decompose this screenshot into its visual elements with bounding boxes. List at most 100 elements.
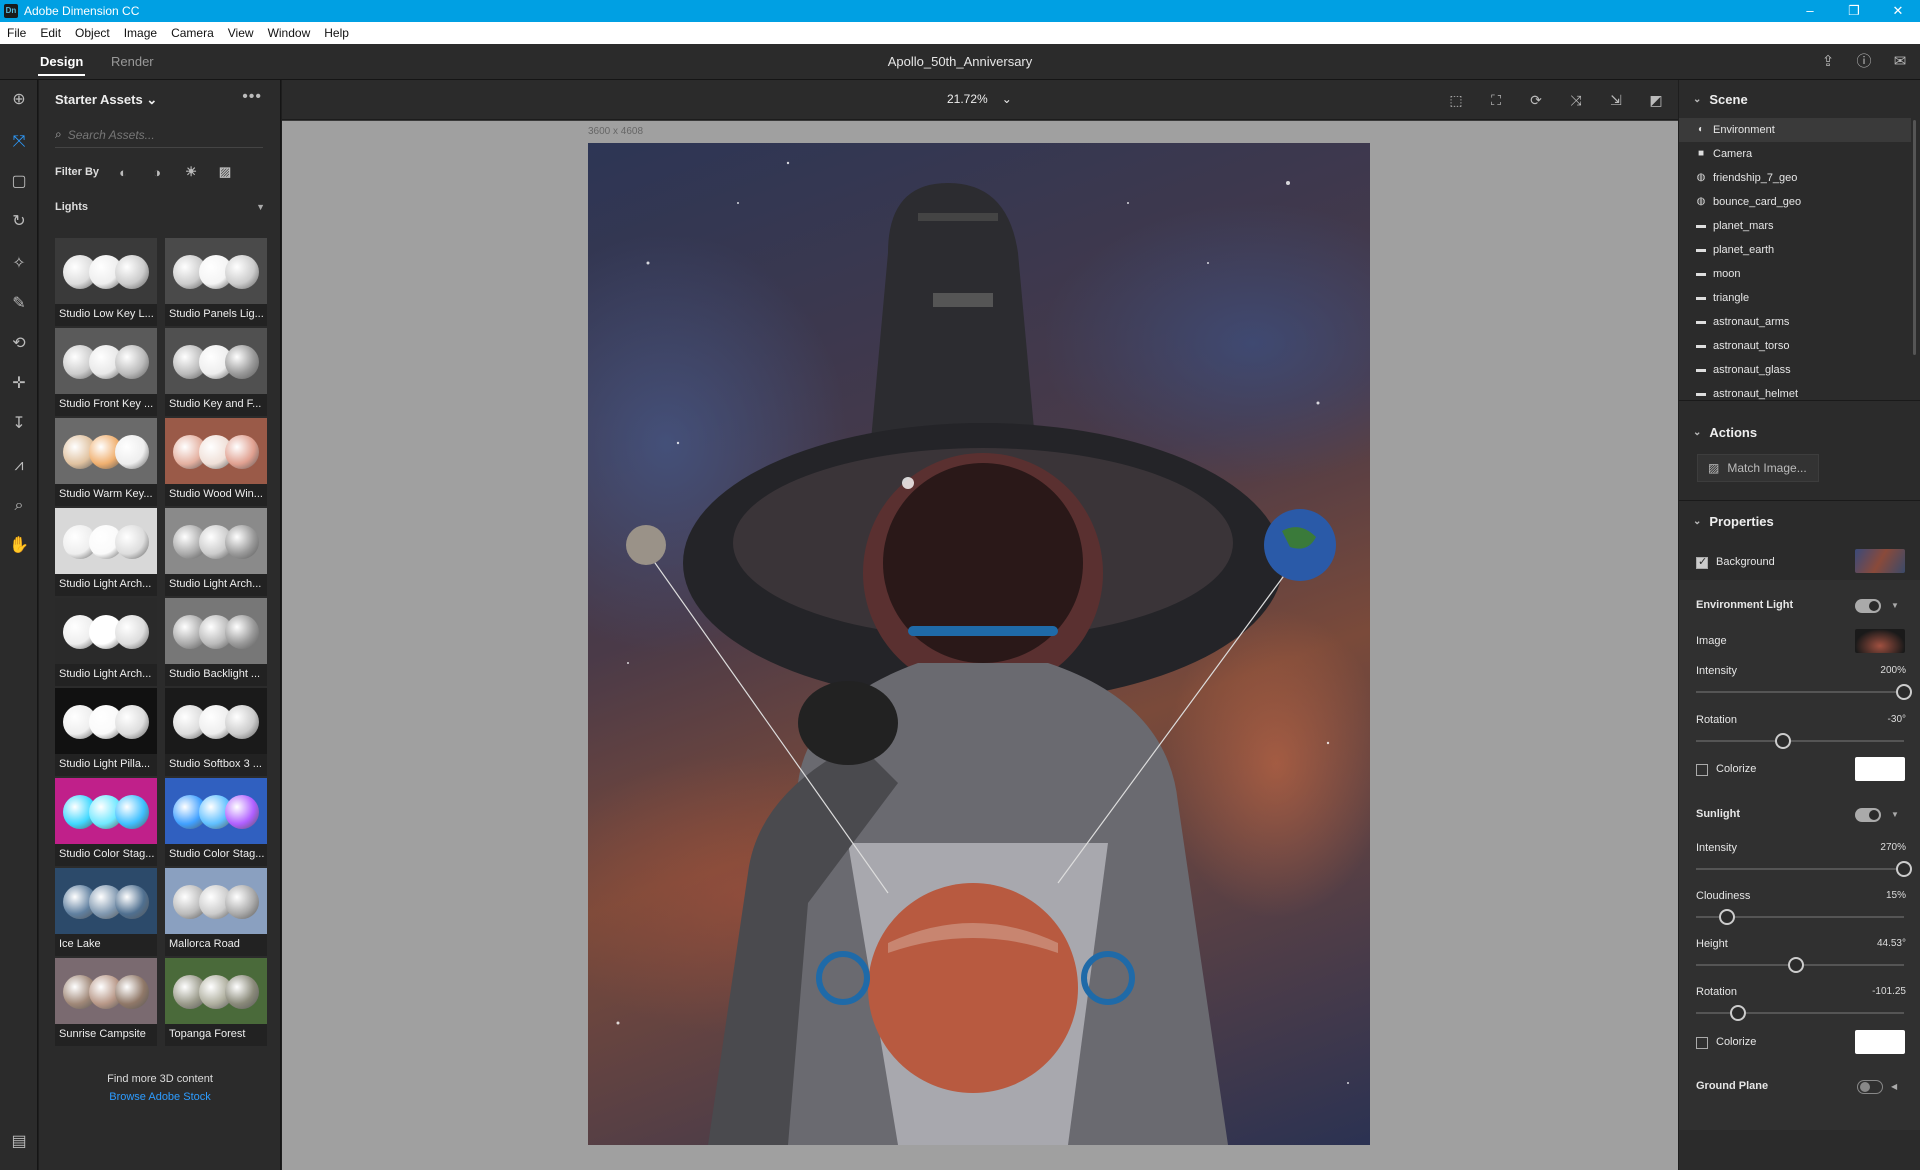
match-image-button[interactable]: ▨ Match Image... <box>1697 454 1819 482</box>
hand-icon[interactable]: ✋ <box>7 534 31 558</box>
menu-image[interactable]: Image <box>117 26 164 40</box>
sun-intensity-slider[interactable] <box>1696 861 1912 877</box>
asset-tile[interactable]: Studio Key and F... <box>165 328 267 418</box>
scene-node[interactable]: ▬ moon <box>1679 262 1911 286</box>
asset-tile[interactable]: Studio Softbox 3 ... <box>165 688 267 778</box>
actions-header[interactable]: ⌄ Actions <box>1693 425 1757 440</box>
camera-dolly-icon[interactable]: ⇲ <box>1604 88 1628 112</box>
assets-header[interactable]: Starter Assets ⌄ <box>55 92 157 108</box>
asset-tile[interactable]: Studio Backlight ... <box>165 598 267 688</box>
add-content-icon[interactable]: ⊕ <box>7 88 31 112</box>
asset-tile[interactable]: Topanga Forest <box>165 958 267 1048</box>
menu-edit[interactable]: Edit <box>33 26 68 40</box>
sunlight-toggle[interactable] <box>1855 808 1881 822</box>
env-image-swatch[interactable] <box>1855 629 1905 653</box>
feedback-icon[interactable]: ✉ <box>1888 50 1912 74</box>
menu-window[interactable]: Window <box>261 26 318 40</box>
category-dropdown[interactable]: Lights ▼ <box>55 198 265 216</box>
close-button[interactable]: ✕ <box>1876 3 1920 19</box>
eyedropper-icon[interactable]: ✎ <box>7 292 31 316</box>
scene-node[interactable]: ▬ astronaut_glass <box>1679 358 1911 382</box>
panel-toggle-icon[interactable]: ▤ <box>7 1130 31 1154</box>
render-preview-icon[interactable]: ◩ <box>1644 88 1668 112</box>
env-intensity-slider[interactable] <box>1696 684 1912 700</box>
camera-pan-icon[interactable]: ⤨ <box>1564 88 1588 112</box>
restore-button[interactable]: ❐ <box>1832 3 1876 19</box>
minimize-button[interactable]: – <box>1788 3 1832 19</box>
caret-left-icon[interactable]: ◀ <box>1891 1082 1897 1091</box>
env-colorize-checkbox[interactable] <box>1696 764 1708 776</box>
scene-node[interactable]: ▬ triangle <box>1679 286 1911 310</box>
frame-selection-icon[interactable]: ⬚ <box>1444 88 1468 112</box>
scene-node[interactable]: ◍ bounce_card_geo <box>1679 190 1911 214</box>
rotate-tool-icon[interactable]: ↻ <box>7 210 31 234</box>
help-icon[interactable]: ⓘ <box>1852 50 1876 74</box>
scene-node[interactable]: ◐ Environment <box>1679 118 1911 142</box>
height-slider[interactable] <box>1696 957 1904 973</box>
menu-camera[interactable]: Camera <box>164 26 221 40</box>
background-checkbox[interactable] <box>1696 555 1708 569</box>
asset-tile[interactable]: Studio Color Stag... <box>165 778 267 868</box>
zoom-icon[interactable]: ⌕ <box>7 494 31 518</box>
viewport[interactable]: 3600 x 4608 <box>282 121 1678 1170</box>
asset-tile[interactable]: Studio Front Key ... <box>55 328 157 418</box>
slider-knob[interactable] <box>1896 861 1912 877</box>
cloudiness-slider[interactable] <box>1696 909 1904 925</box>
caret-down-icon[interactable]: ▼ <box>1891 601 1899 610</box>
filter-materials-icon[interactable]: ◑ <box>147 165 167 180</box>
menu-object[interactable]: Object <box>68 26 117 40</box>
asset-tile[interactable]: Studio Light Pilla... <box>55 688 157 778</box>
environment-light-toggle[interactable] <box>1855 599 1881 613</box>
slider-knob[interactable] <box>1787 957 1804 973</box>
frame-tool-icon[interactable]: ▢ <box>7 170 31 194</box>
scene-node[interactable]: ▬ planet_mars <box>1679 214 1911 238</box>
asset-tile[interactable]: Ice Lake <box>55 868 157 958</box>
asset-tile[interactable]: Studio Light Arch... <box>165 508 267 598</box>
env-rotation-slider[interactable] <box>1696 733 1904 749</box>
menu-help[interactable]: Help <box>317 26 356 40</box>
more-options-icon[interactable]: ••• <box>242 88 262 106</box>
magic-wand-icon[interactable]: ✧ <box>7 252 31 276</box>
orbit-icon[interactable]: ⟲ <box>7 332 31 356</box>
menu-file[interactable]: File <box>0 26 33 40</box>
browse-stock-link[interactable]: Browse Adobe Stock <box>39 1091 281 1103</box>
camera-frame-icon[interactable]: ⛶ <box>1484 88 1508 112</box>
filter-lights-icon[interactable]: ☀ <box>181 164 201 180</box>
scene-node[interactable]: ■ Camera <box>1679 142 1911 166</box>
asset-tile[interactable]: Studio Light Arch... <box>55 598 157 688</box>
filter-images-icon[interactable]: ▨ <box>215 164 235 180</box>
caret-down-icon[interactable]: ▼ <box>1891 810 1899 819</box>
filter-models-icon[interactable]: ◐ <box>113 165 133 180</box>
pan-icon[interactable]: ✛ <box>7 372 31 396</box>
slider-knob[interactable] <box>1729 1005 1746 1021</box>
select-tool-icon[interactable]: ⤧ <box>7 130 31 154</box>
tab-render[interactable]: Render <box>111 44 154 80</box>
asset-tile[interactable]: Studio Panels Lig... <box>165 238 267 328</box>
asset-tile[interactable]: Mallorca Road <box>165 868 267 958</box>
sun-rotation-slider[interactable] <box>1696 1005 1904 1021</box>
scene-node[interactable]: ▬ planet_earth <box>1679 238 1911 262</box>
scene-scrollbar[interactable] <box>1913 120 1916 355</box>
horizon-icon[interactable]: ⩘ <box>7 454 31 478</box>
scene-node[interactable]: ▬ astronaut_helmet <box>1679 382 1911 406</box>
sun-colorize-checkbox[interactable] <box>1696 1037 1708 1049</box>
scene-node[interactable]: ▬ astronaut_torso <box>1679 334 1911 358</box>
scene-render[interactable] <box>588 143 1370 1145</box>
asset-tile[interactable]: Studio Color Stag... <box>55 778 157 868</box>
scene-node[interactable]: ◍ friendship_7_geo <box>1679 166 1911 190</box>
share-icon[interactable]: ⇪ <box>1816 50 1840 74</box>
asset-tile[interactable]: Studio Light Arch... <box>55 508 157 598</box>
asset-tile[interactable]: Sunrise Campsite <box>55 958 157 1048</box>
search-input[interactable] <box>67 127 248 142</box>
zoom-control[interactable]: 21.72% ⌄ <box>947 92 1012 106</box>
scene-node[interactable]: ▬ astronaut_arms <box>1679 310 1911 334</box>
asset-tile[interactable]: Studio Low Key L... <box>55 238 157 328</box>
slider-knob[interactable] <box>1896 684 1912 700</box>
asset-tile[interactable]: Studio Warm Key... <box>55 418 157 508</box>
properties-header[interactable]: ⌄ Properties <box>1693 514 1774 529</box>
scene-header[interactable]: ⌄ Scene <box>1693 92 1748 107</box>
background-swatch[interactable] <box>1855 549 1905 573</box>
menu-view[interactable]: View <box>221 26 261 40</box>
ground-plane-toggle[interactable] <box>1857 1080 1883 1094</box>
camera-orbit-icon[interactable]: ⟳ <box>1524 88 1548 112</box>
